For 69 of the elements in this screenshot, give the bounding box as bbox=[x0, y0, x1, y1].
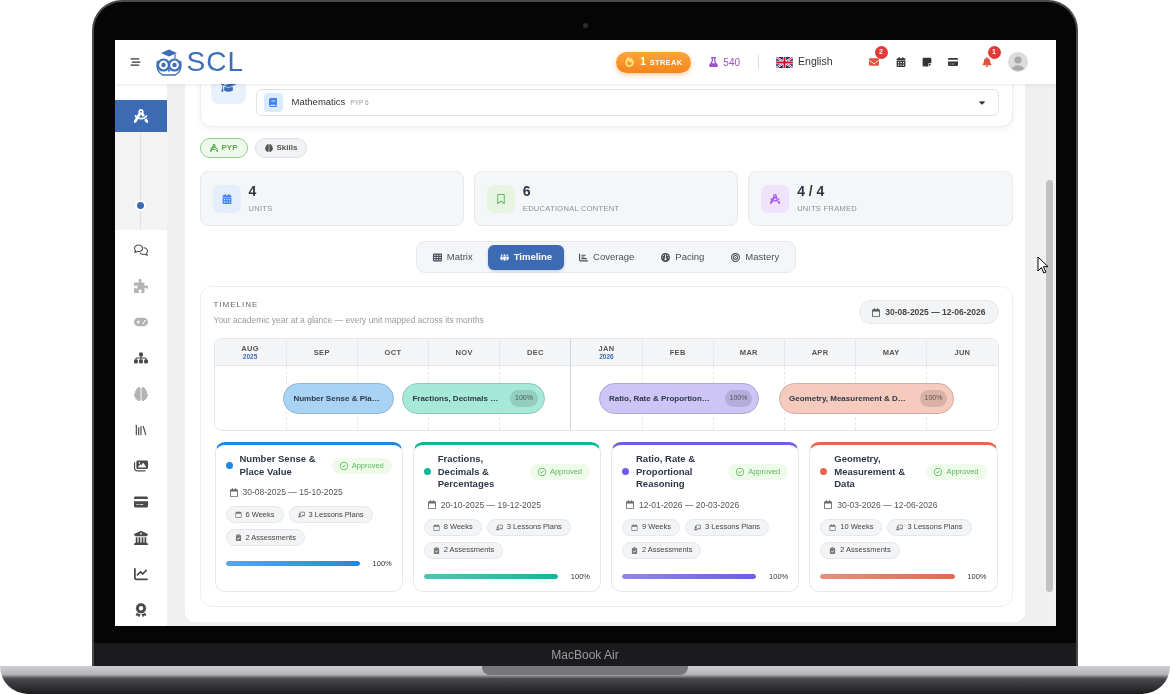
calendar-icon[interactable] bbox=[895, 57, 906, 67]
clipboard-icon bbox=[234, 534, 242, 541]
view-tab[interactable]: Pacing bbox=[649, 244, 717, 270]
calendar-icon bbox=[229, 487, 238, 497]
unit-title: Fractions, Decimals & Percentages bbox=[437, 453, 496, 491]
cursor-icon bbox=[1036, 256, 1049, 274]
stat-value: 4 bbox=[248, 182, 258, 199]
sidebar-item[interactable] bbox=[114, 100, 167, 132]
uk-flag-icon bbox=[776, 56, 794, 68]
bar-chart-icon bbox=[579, 252, 589, 262]
unit-dates: 30-03-2026 — 12-06-2026 bbox=[837, 498, 938, 511]
logo-text: SCL bbox=[186, 48, 244, 76]
section-subtitle: Your academic year at a glance — every unit mapped across its months bbox=[213, 315, 484, 325]
calendar-icon bbox=[234, 511, 242, 518]
timeline-bar[interactable]: Number Sense & Pla… bbox=[283, 383, 394, 414]
caret-icon bbox=[977, 98, 986, 107]
compass-icon bbox=[209, 144, 218, 152]
flame-icon bbox=[625, 57, 635, 67]
calendar-icon bbox=[872, 307, 881, 317]
stat-value: 6 bbox=[522, 182, 532, 199]
gauge-icon bbox=[661, 252, 671, 262]
book-icon bbox=[263, 93, 283, 112]
framework-toggle[interactable]: Skills bbox=[254, 138, 308, 158]
view-tab[interactable]: Matrix bbox=[420, 244, 485, 270]
people-group-icon bbox=[499, 252, 509, 262]
bookmark-icon bbox=[486, 184, 515, 213]
unit-title: Number Sense & Place Value bbox=[239, 453, 317, 478]
clipboard-icon bbox=[631, 546, 638, 554]
device-label: MacBook Air bbox=[551, 646, 619, 664]
streak-count: 1 bbox=[640, 57, 646, 67]
flask-icon bbox=[709, 57, 719, 67]
unit-dates: 30-08-2025 — 15-10-2025 bbox=[242, 486, 343, 498]
grid-icon bbox=[432, 252, 442, 262]
language-selector[interactable]: English bbox=[776, 54, 833, 70]
presentation-icon bbox=[896, 523, 904, 531]
view-tab[interactable]: Mastery bbox=[719, 244, 792, 270]
bell-icon[interactable] bbox=[981, 57, 992, 67]
unit-title: Ratio, Rate & Proportional Reasoning bbox=[636, 453, 697, 491]
view-tab[interactable]: Coverage bbox=[567, 244, 647, 270]
date-range-button[interactable]: 30-08-2025 — 12-06-2026 bbox=[859, 300, 999, 324]
calendar-icon bbox=[824, 500, 833, 509]
calendar-icon bbox=[631, 523, 638, 531]
calendar-icon bbox=[626, 500, 634, 509]
menu-icon[interactable] bbox=[129, 57, 141, 67]
presentation-icon bbox=[694, 523, 702, 531]
stat-value: 4 / 4 bbox=[797, 182, 826, 199]
unit-title: Geometry, Measurement & Data bbox=[834, 453, 906, 491]
owl-logo-icon bbox=[153, 48, 184, 76]
clipboard-icon bbox=[829, 546, 837, 554]
unit-dates: 20-10-2025 — 19-12-2025 bbox=[440, 498, 541, 511]
calendar-icon bbox=[829, 523, 837, 531]
presentation-icon bbox=[495, 523, 503, 531]
view-tab[interactable]: Timeline bbox=[487, 244, 565, 270]
target-icon bbox=[731, 252, 741, 262]
calendar-icon bbox=[427, 500, 436, 509]
mail-icon[interactable] bbox=[868, 57, 879, 67]
presentation-icon bbox=[297, 511, 305, 518]
points-value: 540 bbox=[723, 55, 741, 70]
section-title: TIMELINE bbox=[213, 300, 260, 309]
camera-icon bbox=[582, 22, 588, 28]
unit-dates: 12-01-2026 — 20-03-2026 bbox=[639, 498, 740, 511]
card-icon[interactable] bbox=[947, 57, 958, 67]
compass-icon bbox=[761, 184, 790, 213]
calendar-icon bbox=[432, 523, 440, 531]
brain-icon bbox=[264, 144, 273, 152]
calendar-icon bbox=[212, 184, 241, 213]
clipboard-icon bbox=[432, 546, 440, 554]
note-icon[interactable] bbox=[921, 57, 932, 67]
scrollbar-thumb[interactable] bbox=[1045, 180, 1053, 592]
